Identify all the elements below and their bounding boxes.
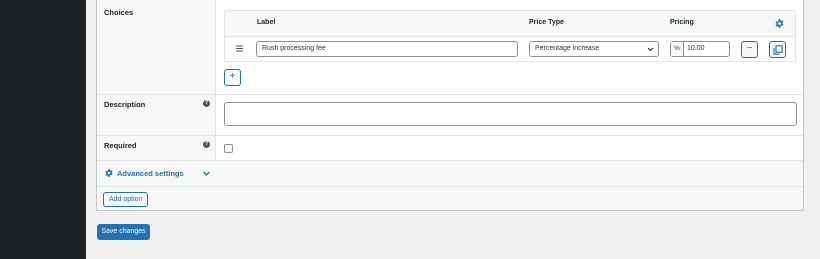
column-price-type-header: Price Type	[529, 19, 564, 26]
choice-row: Rush processing fee Percentage increase …	[225, 38, 795, 62]
required-label-cell: Required ?	[97, 136, 216, 160]
drag-handle-icon[interactable]	[236, 45, 243, 52]
pricing-value: 10.00	[687, 45, 705, 52]
description-textarea[interactable]	[224, 102, 797, 126]
duplicate-choice-button[interactable]	[769, 41, 786, 58]
chevron-down-icon	[202, 169, 211, 180]
gear-icon	[104, 168, 114, 178]
add-option-button[interactable]: Add option	[103, 192, 149, 207]
help-icon[interactable]: ?	[203, 100, 210, 107]
description-row: Description ?	[97, 95, 803, 136]
duplicate-icon	[773, 45, 783, 57]
required-label: Required	[104, 141, 137, 150]
choice-label-input[interactable]: Rush processing fee	[256, 41, 518, 57]
choices-label-cell: Choices	[97, 0, 216, 94]
required-row: Required ?	[97, 136, 803, 161]
choices-table: Label Price Type Pricing Rush processing…	[224, 10, 796, 62]
column-pricing-header: Pricing	[670, 19, 694, 26]
choices-label: Choices	[104, 8, 134, 17]
price-type-value: Percentage increase	[535, 45, 600, 52]
pricing-field[interactable]: % 10.00	[670, 41, 730, 57]
advanced-settings-toggle[interactable]: Advanced settings	[97, 161, 803, 187]
description-label-cell: Description ?	[97, 95, 216, 135]
remove-choice-button[interactable]: −	[741, 41, 758, 58]
price-type-select[interactable]: Percentage increase	[529, 41, 659, 57]
column-label-header: Label	[257, 19, 276, 26]
advanced-settings-label: Advanced settings	[117, 169, 184, 178]
chevron-down-icon	[647, 42, 654, 62]
choices-row: Choices Label Price Type Pricing Rush pr…	[97, 0, 803, 95]
help-icon[interactable]: ?	[203, 141, 210, 148]
gear-icon[interactable]	[774, 18, 785, 29]
percent-prefix: %	[671, 42, 684, 56]
options-panel: Choices Label Price Type Pricing Rush pr…	[96, 0, 804, 211]
required-checkbox[interactable]	[224, 144, 233, 153]
admin-sidebar	[0, 0, 86, 259]
panel-footer: Add option	[97, 187, 803, 210]
minus-icon: −	[746, 43, 753, 54]
save-changes-button[interactable]: Save changes	[97, 224, 150, 240]
description-label: Description	[104, 100, 146, 109]
add-choice-button[interactable]: +	[224, 69, 241, 86]
plus-icon: +	[229, 71, 236, 82]
choices-table-header: Label Price Type Pricing	[225, 11, 795, 37]
